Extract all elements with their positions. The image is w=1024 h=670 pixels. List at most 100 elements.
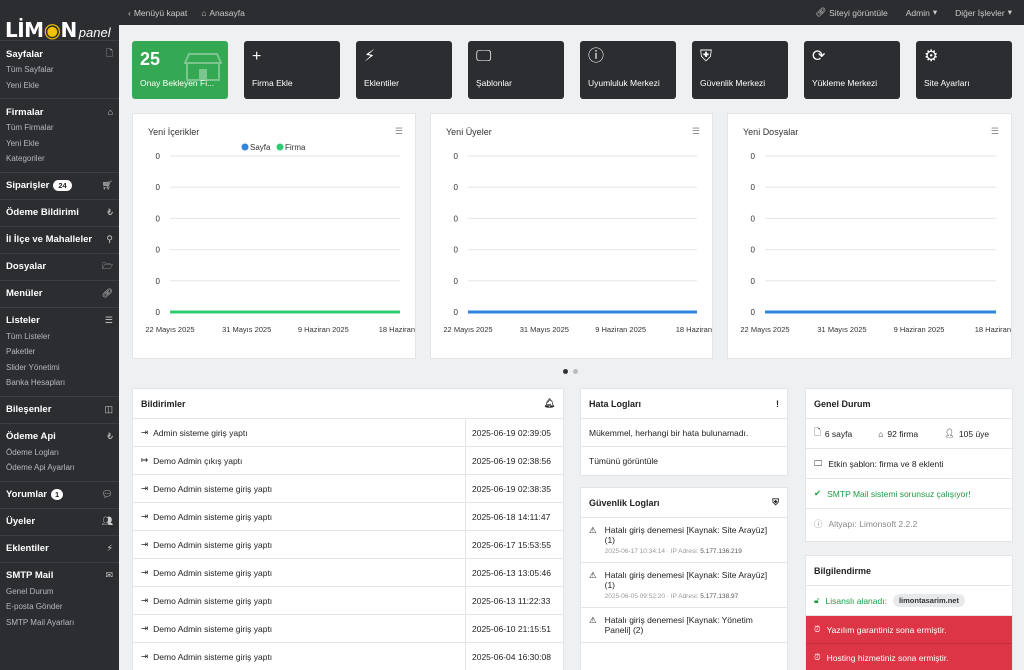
legend-marker[interactable] [276,143,284,151]
sidebar-item[interactable]: Siparişler 24 🛒︎ [6,178,113,194]
sidebar-item[interactable]: SMTP Mail ✉ [6,568,113,584]
collapse-menu-button[interactable]: ‹ Menüyü kapat [128,8,187,18]
sidebar-item[interactable]: Eklentiler ⚡︎ [6,541,113,557]
sidebar-item[interactable]: Dosyalar 🗁 [6,259,113,275]
legend-label[interactable]: Firma [285,143,306,152]
tile-onay-bekleyen-fi-[interactable]: 25 Onay Bekleyen Fi... [132,41,228,99]
legend-label[interactable]: Sayfa [250,143,271,152]
carousel-dot[interactable] [573,369,578,374]
sidebar-subitem[interactable]: SMTP Mail Ayarları [6,615,113,631]
notification-row[interactable]: ↦ Demo Admin çıkış yaptı 2025-06-19 02:38:… [133,447,563,475]
notification-text: Demo Admin sisteme giriş yaptı [153,539,273,550]
sidebar-subitem[interactable]: Kategoriler [6,151,113,167]
security-log-text: Hatalı giriş denemesi [Kaynak: Site Aray… [604,525,768,545]
tile-uyumluluk-merkezi[interactable]: ⓘ Uyumluluk Merkezi [580,41,676,99]
tile-site-ayarlar-[interactable]: ⚙ Site Ayarları [916,41,1012,99]
notification-timestamp: 2025-06-19 02:39:05 [465,419,555,446]
ip-label: IP Adresi: [670,593,699,600]
sidebar-item[interactable]: Üyeler 👥︎ [6,514,113,530]
sidebar-group: Eklentiler ⚡︎ [0,534,119,562]
firms-stat[interactable]: ⌂ 92 firma [878,429,918,439]
sidebar-item[interactable]: Bileşenler ◫ [6,402,113,418]
sidebar-item[interactable]: Menüler 🔗︎ [6,286,113,302]
tile-firma-ekle[interactable]: + Firma Ekle [244,41,340,99]
sidebar-item[interactable]: Ödeme Api ₺ [6,429,113,445]
sidebar-item[interactable]: Ödeme Bildirimi ₺ [6,205,113,221]
login-icon: ⇥ [141,511,149,521]
home-icon: ⌂ [201,7,207,18]
notification-row[interactable]: ⇥ Demo Admin sisteme giriş yaptı 2025-06-1… [133,587,563,615]
sidebar-subitem[interactable]: Tüm Sayfalar [6,62,113,78]
other-functions-menu[interactable]: Diğer İşlevler ▾ [955,7,1012,18]
sidebar-subitem[interactable]: Yeni Ekle [6,136,113,152]
sidebar-item[interactable]: Sayfalar 🗋 [6,46,113,62]
notification-row[interactable]: ⇥ Demo Admin sisteme giriş yaptı 2025-06-1… [133,503,563,531]
panel-title: Güvenlik Logları [589,497,660,508]
tile--ablonlar[interactable]: 🖵 Şablonlar [468,41,564,99]
sidebar-item-label: Menüler [6,288,43,299]
view-all-errors-link[interactable]: Tümünü görüntüle [581,447,787,475]
sidebar-subitem[interactable]: Banka Hesapları [6,375,113,391]
sidebar-group: Dosyalar 🗁 [0,252,119,280]
security-log-row[interactable]: ⚠ Hatalı giriş denemesi [Kaynak: Site Ara… [581,518,787,563]
notification-row[interactable]: ⇥ Admin sisteme giriş yaptı 2025-06-19 02:… [133,419,563,447]
y-tick-label: 0 [156,152,161,161]
y-tick-label: 0 [454,214,459,223]
sidebar-subitem[interactable]: Genel Durum [6,584,113,600]
notification-row[interactable]: ⇥ Demo Admin sisteme giriş yaptı 2025-06-1… [133,559,563,587]
legend-marker[interactable] [241,143,249,151]
notification-row[interactable]: ⇥ Demo Admin sisteme giriş yaptı 2025-06-0… [133,643,563,670]
warning-icon: ⚠ [589,615,597,625]
notification-text: Demo Admin çıkış yaptı [153,455,243,466]
y-tick-label: 0 [454,183,459,192]
security-log-row[interactable]: ⚠ Hatalı giriş denemesi [Kaynak: Site Ara… [581,563,787,608]
cogs-icon: ⚙ [924,48,939,65]
notification-row[interactable]: ⇥ Demo Admin sisteme giriş yaptı 2025-06-1… [133,475,563,503]
notification-row[interactable]: ⇥ Demo Admin sisteme giriş yaptı 2025-06-1… [133,531,563,559]
tile-label: Firma Ekle [252,78,293,88]
folder-icon: 🗁 [101,260,113,271]
sidebar-subitem[interactable]: Slider Yönetimi [6,360,113,376]
notification-row[interactable]: ⇥ Demo Admin sisteme giriş yaptı 2025-06-1… [133,615,563,643]
sidebar-item[interactable]: Yorumlar 1 💬︎ [6,487,113,503]
logo[interactable]: LİM◉N panel [0,0,119,40]
carousel-dot[interactable] [563,369,568,374]
y-tick-label: 0 [751,246,756,255]
chart-new-members: 0 0 0 0 0 0 22 Mayıs 2025 31 Mayıs 2025 9 Hazira… [443,152,714,334]
tile-y-kleme-merkezi[interactable]: ⟳ Yükleme Merkezi [804,41,900,99]
y-tick-label: 0 [751,152,756,161]
home-link[interactable]: ⌂ Anasayfa [201,8,245,18]
security-log-text: Hatalı giriş denemesi [Kaynak: Yönetim P… [604,615,753,635]
sidebar-item-label: İl İlçe ve Mahalleler [6,234,93,245]
security-log-row[interactable]: ⚠ Hatalı giriş denemesi [Kaynak: Yönetim … [581,608,787,643]
y-tick-label: 0 [454,152,459,161]
user-icon: 👤︎ [944,428,955,438]
license-label: Lisanslı alanadı: [825,595,887,606]
x-tick-label: 9 Haziran 2025 [894,325,945,334]
view-site-link[interactable]: 🔗︎ Siteyi görüntüle [815,7,887,18]
tile-g-venlik-merkezi[interactable]: ⛨ Güvenlik Merkezi [692,41,788,99]
sidebar-item-label: Yorumlar [6,489,48,500]
sidebar-item[interactable]: İl İlçe ve Mahalleler ⚲ [6,232,113,248]
sidebar-subitem[interactable]: Yeni Ekle [6,78,113,94]
sidebar-subitem[interactable]: Tüm Listeler [6,329,113,345]
panel-title: Bilgilendirme [814,565,872,576]
sidebar-item[interactable]: Firmalar ⌂ [6,104,113,120]
sidebar-subitem[interactable]: Ödeme Api Ayarları [6,460,113,476]
sidebar-subitem[interactable]: Ödeme Logları [6,445,113,461]
sidebar-subitem[interactable]: E-posta Gönder [6,599,113,615]
tile-eklentiler[interactable]: ⚡︎ Eklentiler [356,41,452,99]
x-tick-label: 22 Mayıs 2025 [145,325,194,334]
user-menu[interactable]: Admin ▾ [906,7,937,18]
pages-stat[interactable]: 🗋 6 sayfa [814,427,852,441]
lock-icon: 🔓︎ [814,595,820,605]
sidebar-item[interactable]: Listeler ☰ [6,313,113,329]
members-stat[interactable]: 👤︎ 105 üye [944,428,989,439]
hamburger-menu-icon[interactable]: ☰ [991,126,999,137]
notification-timestamp: 2025-06-19 02:38:56 [465,447,555,474]
sidebar-subitem[interactable]: Paketler [6,344,113,360]
sidebar-subitem[interactable]: Tüm Firmalar [6,120,113,136]
quick-action-tiles: 25 Onay Bekleyen Fi... + Firma Ekle ⚡︎ Eklent… [132,41,1012,99]
hamburger-menu-icon[interactable]: ☰ [692,126,700,137]
hamburger-menu-icon[interactable]: ☰ [395,126,403,137]
